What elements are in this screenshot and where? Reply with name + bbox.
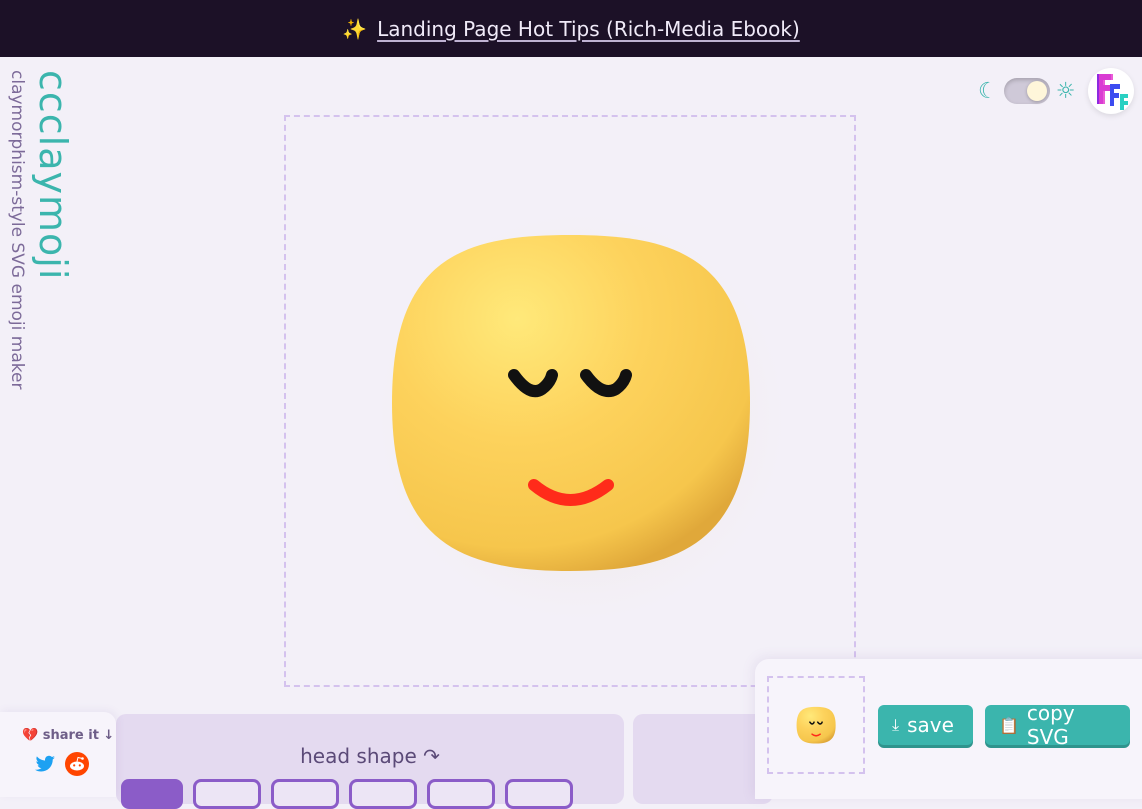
head-shape-title[interactable]: head shape ↷ (116, 744, 624, 768)
promo-banner: ✨ Landing Page Hot Tips (Rich-Media Eboo… (0, 0, 1142, 57)
moon-icon: ☾ (978, 78, 998, 104)
sun-icon: ☼ (1055, 78, 1076, 104)
heart-icon: 💔 (22, 728, 39, 743)
head-shape-option[interactable] (193, 779, 261, 809)
save-button[interactable]: ⤓ save (878, 705, 973, 745)
head-shape-option[interactable] (427, 779, 495, 809)
copy-svg-button[interactable]: 📋 copy SVG (985, 701, 1130, 749)
emoji-face (361, 197, 801, 637)
twitter-icon[interactable] (33, 752, 57, 776)
reddit-icon[interactable] (65, 752, 89, 776)
export-dock: ⤓ save 📋 copy SVG (755, 659, 1142, 799)
theme-switch[interactable] (1003, 78, 1050, 104)
clipboard-icon: 📋 (999, 715, 1019, 735)
share-widget: 💔 share it ↓ (0, 712, 116, 797)
head-shape-option[interactable] (121, 779, 183, 809)
emoji-preview (767, 676, 865, 774)
theme-toggle[interactable]: ☾ ☼ (978, 78, 1075, 104)
logo-icon (1097, 74, 1128, 110)
download-icon: ⤓ (892, 715, 900, 734)
share-label: 💔 share it ↓ (22, 728, 115, 743)
site-logo[interactable] (1088, 68, 1134, 114)
face-shape (392, 235, 750, 571)
brand-title[interactable]: ccclaymoji (31, 70, 75, 280)
brand-tagline: claymorphism-style SVG emoji maker (7, 70, 27, 390)
head-shape-option[interactable] (349, 779, 417, 809)
sparkles-icon: ✨ (342, 16, 368, 41)
preview-face (796, 706, 836, 744)
head-shape-option[interactable] (271, 779, 339, 809)
switch-knob (1026, 81, 1047, 101)
emoji-canvas (284, 115, 856, 687)
promo-link[interactable]: Landing Page Hot Tips (Rich-Media Ebook) (377, 17, 800, 41)
head-shape-option[interactable] (505, 779, 573, 809)
